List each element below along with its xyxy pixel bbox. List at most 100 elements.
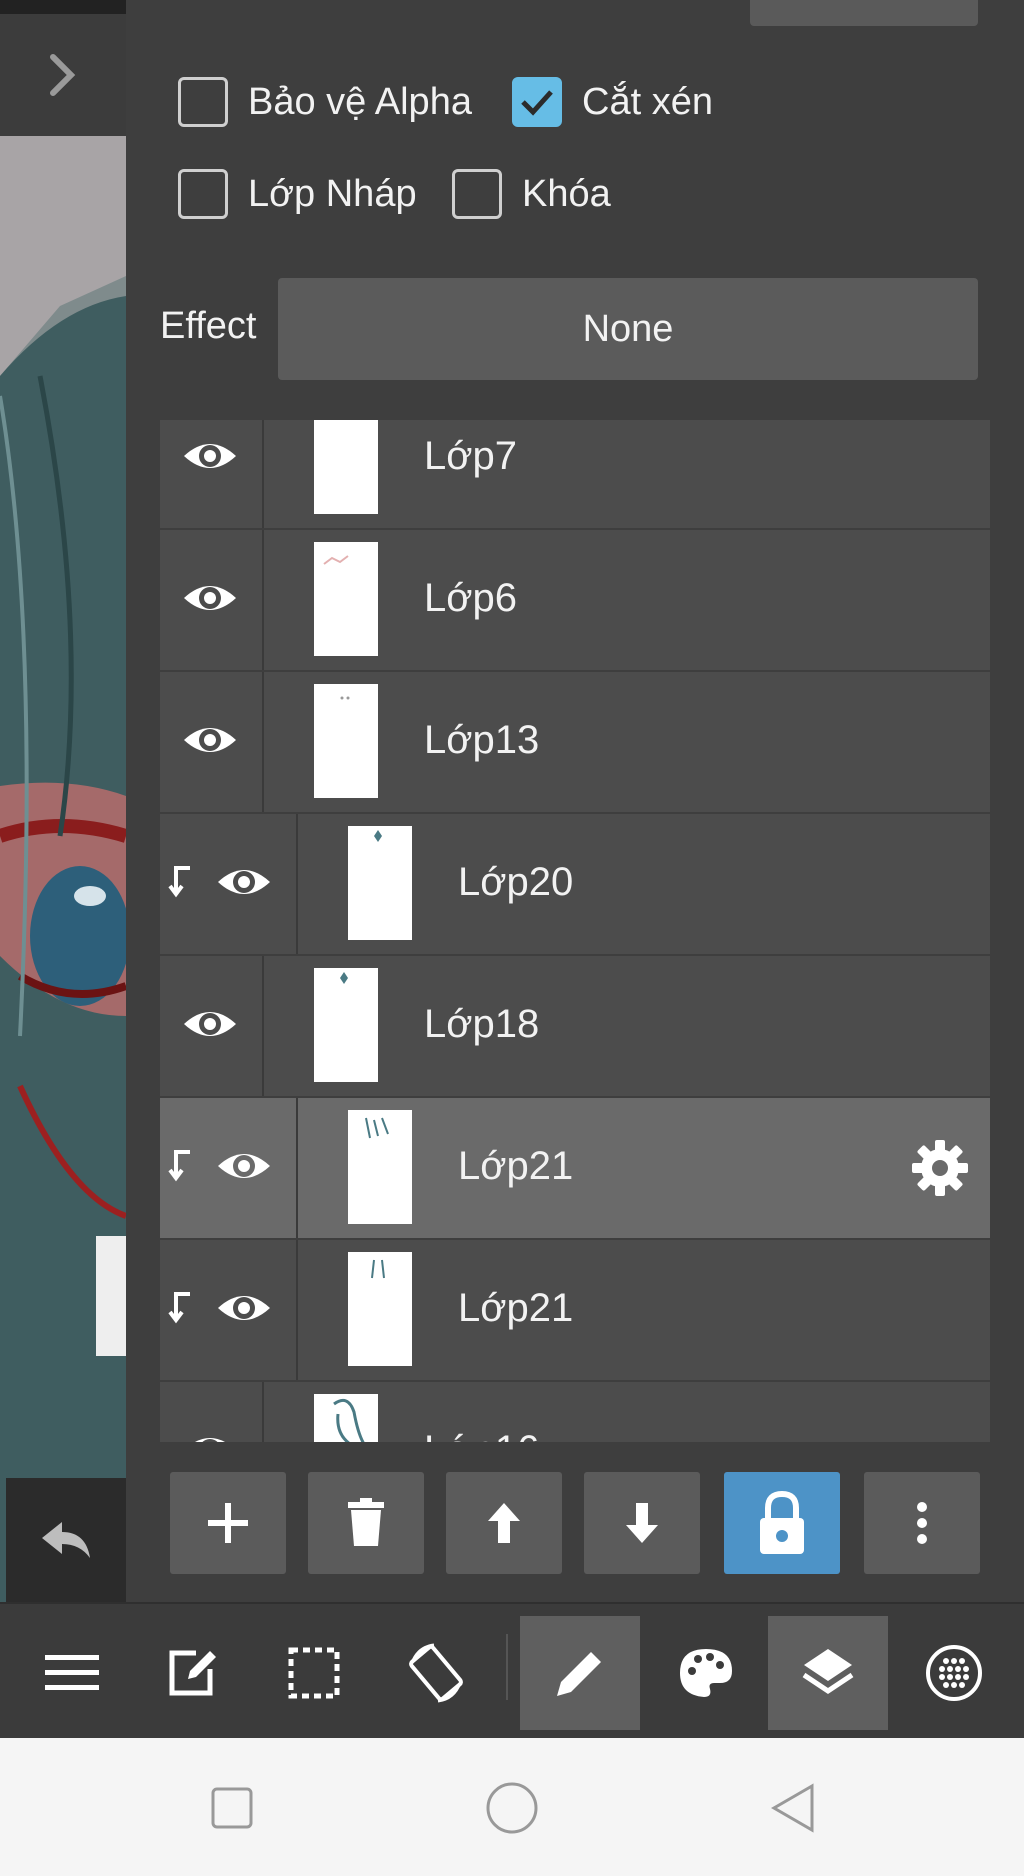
alpha-protect-checkbox[interactable]: Bảo vệ Alpha [178,72,472,132]
move-layer-up-button[interactable] [446,1472,562,1574]
square-icon [211,1787,253,1829]
palette-icon [680,1649,732,1697]
draft-layer-box[interactable] [178,169,228,219]
material-button[interactable] [894,1616,1014,1730]
undo-button[interactable] [6,1478,126,1602]
layer-row[interactable]: Lớp21 [160,1240,990,1380]
layer-row[interactable]: Lớp13 [160,672,990,812]
layer-thumbnail [348,1252,412,1366]
home-button[interactable] [482,1778,542,1838]
layer-row[interactable]: Lớp20 [160,814,990,954]
toolbar-divider [506,1634,508,1700]
delete-layer-button[interactable] [308,1472,424,1574]
bottom-toolbar [0,1602,1024,1738]
layer-name: Lớp6 [424,576,517,620]
material-icon [926,1645,982,1701]
artwork-preview [0,136,126,1602]
clipping-checkbox[interactable]: Cắt xén [512,72,713,132]
lock-box[interactable] [452,169,502,219]
layer-panel: Bảo vệ Alpha Cắt xén Lớp Nháp Khóa Effec… [126,0,1024,1602]
eye-icon[interactable] [182,428,238,484]
eye-icon[interactable] [216,1280,272,1336]
menu-icon [45,1655,99,1690]
eye-icon[interactable] [182,996,238,1052]
circle-icon [486,1782,538,1834]
clipping-box[interactable] [512,77,562,127]
eye-icon[interactable] [182,1422,238,1442]
add-layer-button[interactable] [170,1472,286,1574]
system-navigation-bar [0,1738,1024,1876]
arrow-up-icon [488,1503,520,1543]
layer-row-selected[interactable]: Lớp21 [160,1098,990,1238]
row-divider [296,814,298,954]
row-divider [296,1240,298,1380]
row-divider [296,1098,298,1238]
brush-button[interactable] [520,1616,640,1730]
alpha-protect-label: Bảo vệ Alpha [248,80,472,123]
lock-label: Khóa [522,172,611,215]
layer-toolbar [170,1472,980,1574]
effect-label: Effect [160,305,257,347]
back-triangle-icon [771,1783,814,1833]
layer-name: Lớp21 [458,1144,574,1188]
expand-panel-button[interactable] [0,14,126,136]
chevron-right-icon [50,54,76,96]
selection-button[interactable] [254,1616,374,1730]
layer-name: Lớp18 [424,1002,540,1046]
layer-thumbnail [314,968,378,1082]
add-icon [208,1503,248,1543]
checkmark-icon [521,90,553,116]
layer-thumbnail [314,420,378,514]
layer-thumbnail [314,684,378,798]
eye-icon[interactable] [216,1138,272,1194]
alpha-protect-box[interactable] [178,77,228,127]
eye-icon[interactable] [182,712,238,768]
layer-name: Lớp20 [458,860,574,904]
row-divider [262,1382,264,1442]
row-divider [262,672,264,812]
layer-thumbnail [348,826,412,940]
row-divider [262,530,264,670]
gear-icon[interactable] [910,1138,970,1198]
layer-name: Lớp16 [424,1428,539,1442]
menu-button[interactable] [12,1616,132,1730]
edit-button[interactable] [132,1616,252,1730]
layers-icon [802,1649,854,1695]
eye-icon[interactable] [182,570,238,626]
lock-icon [760,1490,804,1554]
clipping-arrow-icon [168,1292,190,1324]
panel-top-button[interactable] [750,0,978,26]
layer-row[interactable]: Lớp18 [160,956,990,1096]
move-layer-down-button[interactable] [584,1472,700,1574]
back-button[interactable] [762,1778,822,1838]
effect-dropdown[interactable]: None [278,278,978,380]
layer-row[interactable]: Lớp6 [160,530,990,670]
more-options-button[interactable] [864,1472,980,1574]
layer-row[interactable]: Lớp7 [160,420,990,528]
selection-icon [288,1647,340,1699]
layer-thumbnail [314,542,378,656]
undo-icon [42,1522,90,1558]
lock-layer-button[interactable] [724,1472,840,1574]
clipping-arrow-icon [168,866,190,898]
eye-icon[interactable] [216,854,272,910]
draft-layer-checkbox[interactable]: Lớp Nháp [178,164,417,224]
layer-row[interactable]: Lớp16 [160,1382,990,1442]
layers-button[interactable] [768,1616,888,1730]
clipping-arrow-icon [168,1150,190,1182]
draft-layer-label: Lớp Nháp [248,172,417,215]
rotate-button[interactable] [376,1616,496,1730]
layer-name: Lớp21 [458,1286,574,1330]
layer-name: Lớp13 [424,718,540,762]
layer-thumbnail [314,1394,378,1442]
lock-checkbox[interactable]: Khóa [452,164,611,224]
drawing-canvas[interactable] [0,0,126,1602]
recent-apps-button[interactable] [202,1778,262,1838]
edit-icon [169,1650,216,1696]
rotate-icon [409,1643,463,1703]
row-divider [262,420,264,528]
color-button[interactable] [646,1616,766,1730]
layer-thumbnail [348,1110,412,1224]
trash-icon [348,1498,384,1546]
layer-list[interactable]: Lớp7 Lớp6 Lớp13 Lớp20 Lớp18 Lớp21 Lớp21 [160,420,990,1442]
